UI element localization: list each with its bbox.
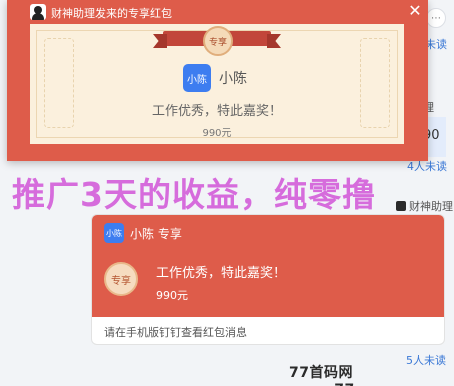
red-envelope-card-body: 小陈 小陈 专享 专享 工作优秀，特此嘉奖！ 990元 <box>92 215 444 317</box>
red-envelope-popup: 财神助理发来的专享红包 ✕ 专享 小陈 小陈 工作优秀，特此嘉奖！ 990元 <box>7 0 428 161</box>
red-envelope-card-footer: 请在手机版钉钉查看红包消息 <box>104 326 247 339</box>
sender-name-mid: 财神助理 <box>396 198 453 214</box>
sender-avatar <box>396 201 406 211</box>
popup-title: 财神助理发来的专享红包 <box>51 7 172 20</box>
sender-name-mid-label: 财神助理 <box>409 200 453 213</box>
award-certificate[interactable]: 专享 小陈 小陈 工作优秀，特此嘉奖！ 990元 <box>30 24 404 144</box>
red-envelope-card[interactable]: 小陈 小陈 专享 专享 工作优秀，特此嘉奖！ 990元 请在手机版钉钉查看红包消… <box>91 214 445 345</box>
close-icon[interactable]: ✕ <box>406 2 424 20</box>
promo-watermark: 推广3天的收益，纯零撸 <box>12 175 376 214</box>
recipient: 小陈 小陈 <box>183 64 247 92</box>
exclusive-seal-icon: 专享 <box>203 26 233 56</box>
popup-titlebar: 财神助理发来的专享红包 ✕ <box>7 0 428 24</box>
recipient-avatar: 小陈 <box>104 223 124 243</box>
certificate-blessing: 工作优秀，特此嘉奖！ <box>151 104 282 119</box>
red-envelope-card-title: 小陈 专享 <box>130 226 182 241</box>
red-envelope-card-header: 小陈 小陈 专享 <box>104 223 182 243</box>
site-watermark: 77首码网 www.77smw.com <box>289 365 431 386</box>
certificate-amount: 990元 <box>202 128 232 139</box>
exclusive-seal-icon: 专享 <box>104 262 138 296</box>
recipient-name: 小陈 <box>219 71 247 87</box>
sender-avatar-icon <box>30 4 46 20</box>
recipient-avatar: 小陈 <box>183 64 211 92</box>
red-envelope-blessing: 工作优秀，特此嘉奖！ <box>156 266 287 281</box>
red-envelope-amount: 990元 <box>156 289 188 302</box>
more-icon[interactable]: ⋯ <box>426 8 446 28</box>
